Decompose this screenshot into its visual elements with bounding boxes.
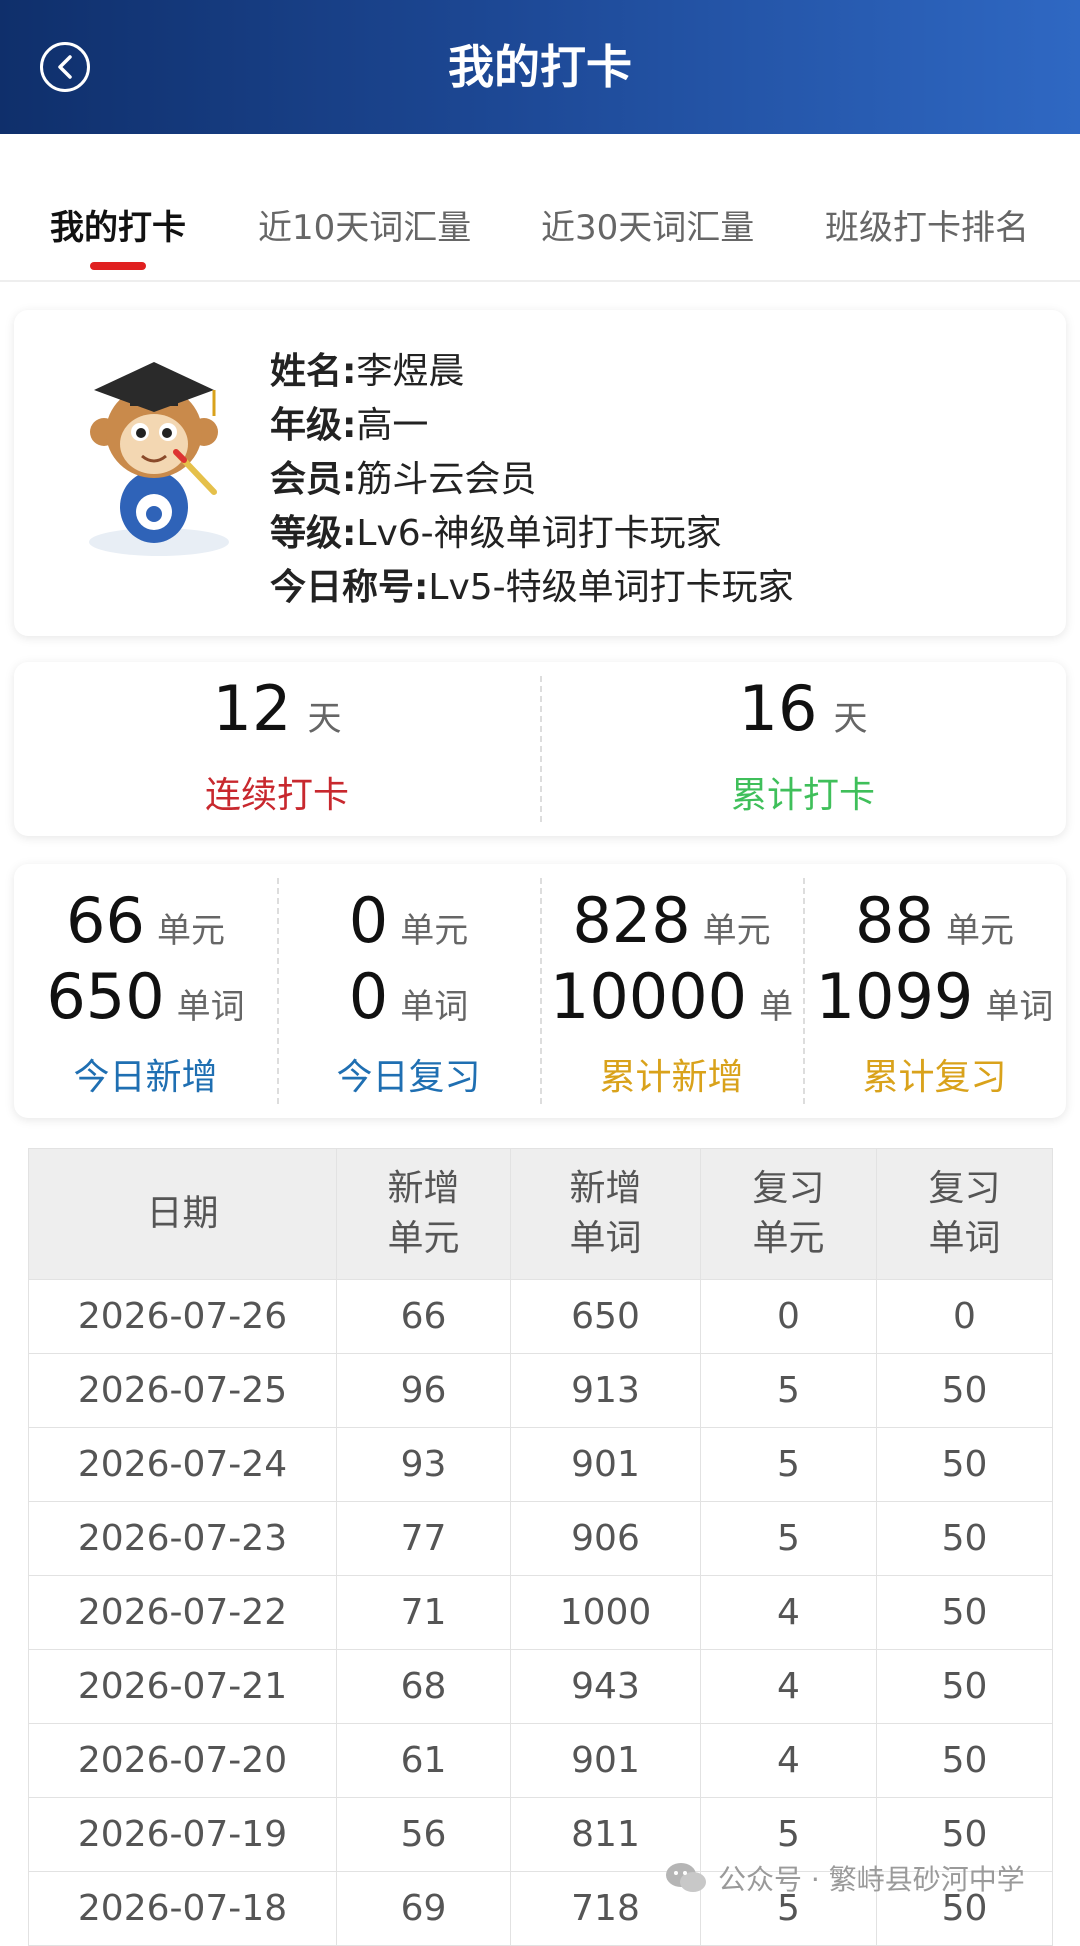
daily-record-table: 日期 新增 单元 新增 单词 复习 单元 复习 单词 2026-07-26 66 6… bbox=[28, 1148, 1053, 1946]
streak-days: 12 天 bbox=[212, 672, 342, 745]
tab-bar: 我的打卡 近10天词汇量 近30天词汇量 班级打卡排名 bbox=[0, 134, 1080, 282]
grade-line: 年级:高一 bbox=[270, 405, 429, 446]
stat-today-review: 0 单元 0 单词 今日复习 bbox=[336, 884, 481, 1098]
wechat-icon bbox=[666, 1863, 706, 1892]
level-value: Lv6-神级单词打卡玩家 bbox=[356, 513, 722, 554]
table-row: 2026-07-21 68 943 4 50 bbox=[28, 1649, 1053, 1724]
header-review-units: 复习 单元 bbox=[700, 1148, 877, 1280]
header-new-units: 新增 单元 bbox=[336, 1148, 511, 1280]
vocab-stats-card: 66 单元 650 单词 今日新增 0 单元 0 单词 今日复习 828 单元 10000… bbox=[14, 864, 1066, 1118]
membership-value: 筋斗云会员 bbox=[356, 459, 537, 500]
table-row: 2026-07-22 71 1000 4 50 bbox=[28, 1575, 1053, 1650]
stat-today-new: 66 单元 650 单词 今日新增 bbox=[46, 884, 245, 1098]
level-line: 等级:Lv6-神级单词打卡玩家 bbox=[270, 513, 722, 554]
table-row: 2026-07-25 96 913 5 50 bbox=[28, 1353, 1053, 1428]
app-header: 我的打卡 bbox=[0, 0, 1080, 134]
streak-label: 连续打卡 bbox=[204, 775, 349, 816]
today-title-value: Lv5-特级单词打卡玩家 bbox=[428, 567, 794, 608]
tab-30-day-vocab[interactable]: 近30天词汇量 bbox=[541, 200, 754, 249]
table-row: 2026-07-20 61 901 4 50 bbox=[28, 1723, 1053, 1798]
page-title: 我的打卡 bbox=[448, 40, 632, 94]
wechat-watermark: 公众号 · 繁峙县砂河中学 bbox=[664, 1858, 1025, 1898]
student-name: 李煜晨 bbox=[356, 351, 465, 392]
profile-card: 姓名:李煜晨 年级:高一 会员:筋斗云会员 等级:Lv6-神级单词打卡玩家 今日… bbox=[14, 310, 1066, 636]
membership-line: 会员:筋斗云会员 bbox=[270, 459, 537, 500]
monkey-mascot-avatar bbox=[89, 362, 229, 556]
table-row: 2026-07-26 66 650 0 0 bbox=[28, 1279, 1053, 1354]
tab-class-ranking[interactable]: 班级打卡排名 bbox=[825, 200, 1029, 249]
header-review-words: 复习 单词 bbox=[876, 1148, 1053, 1280]
tab-my-checkin[interactable]: 我的打卡 bbox=[50, 200, 186, 249]
total-label: 累计打卡 bbox=[730, 775, 875, 816]
table-header-row: 日期 新增 单元 新增 单词 复习 单元 复习 单词 bbox=[28, 1148, 1053, 1280]
table-row: 2026-07-23 77 906 5 50 bbox=[28, 1501, 1053, 1576]
stat-total-new: 828 单元 10000 单 累计新增 bbox=[549, 884, 794, 1098]
grade-value: 高一 bbox=[356, 405, 429, 446]
today-title-line: 今日称号:Lv5-特级单词打卡玩家 bbox=[270, 567, 794, 608]
student-name-line: 姓名:李煜晨 bbox=[270, 351, 465, 392]
header-new-words: 新增 单词 bbox=[510, 1148, 701, 1280]
tab-10-day-vocab[interactable]: 近10天词汇量 bbox=[258, 200, 471, 249]
stat-total-review: 88 单元 1099 单词 累计复习 bbox=[815, 884, 1054, 1098]
checkin-summary-card: 12 天 连续打卡 16 天 累计打卡 bbox=[14, 662, 1066, 836]
table-row: 2026-07-24 93 901 5 50 bbox=[28, 1427, 1053, 1502]
total-days: 16 天 bbox=[738, 672, 868, 745]
header-date: 日期 bbox=[28, 1148, 337, 1280]
active-tab-indicator bbox=[90, 262, 146, 270]
